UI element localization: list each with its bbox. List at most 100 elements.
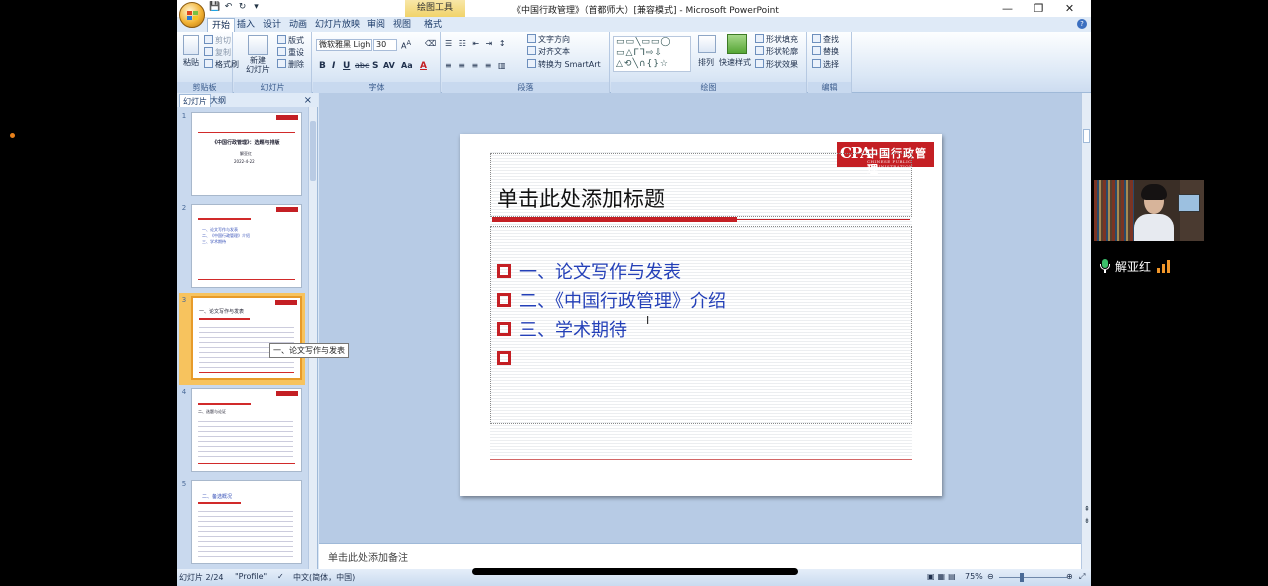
paste-icon[interactable] [183, 35, 199, 55]
footer-line [490, 459, 912, 460]
minimize-button[interactable]: — [992, 0, 1023, 17]
italic-button[interactable]: I [332, 61, 335, 71]
font-size-field[interactable]: 30 [373, 39, 397, 51]
slide-thumbnail-3[interactable]: 3 一、论文写作与发表 [179, 293, 305, 385]
close-panel-icon[interactable]: × [301, 94, 315, 107]
copy-button[interactable]: 复制 [204, 47, 231, 58]
bold-button[interactable]: B [319, 61, 326, 71]
next-slide-icon[interactable]: ⇟ [1083, 517, 1091, 525]
clear-format-icon[interactable]: ⌫ [425, 39, 436, 48]
slide-scrollbar[interactable]: ⇞ ⇟ [1081, 93, 1091, 569]
arrange-button[interactable]: 排列 [698, 57, 714, 68]
layout-button[interactable]: 版式 [277, 35, 304, 46]
panel-scrollbar[interactable] [308, 107, 317, 569]
bullet-square-icon [497, 293, 511, 307]
shadow-button[interactable]: S [372, 61, 378, 71]
zoom-slider[interactable] [999, 577, 1067, 578]
help-icon[interactable]: ? [1077, 19, 1087, 29]
slide-thumbnail-1[interactable]: 1 《中国行政管理》：选题与排版 解亚红 2022-4-22 [179, 109, 305, 201]
shapes-gallery[interactable]: ▭▭╲▭▭◯ ▭△ᒥᒣ⇨⇩ △⟲╲∩{}☆ [613, 36, 691, 72]
close-button[interactable]: ✕ [1054, 0, 1085, 17]
slide-thumbnail-4[interactable]: 4 二、选题与论证 [179, 385, 305, 477]
zoom-out-icon[interactable]: ⊖ [987, 572, 994, 581]
slide-thumbnail-2[interactable]: 2 一、论文写作与发表 二、《中国行政管理》介绍 三、学术期待 [179, 201, 305, 293]
font-color-button[interactable]: A [420, 61, 427, 71]
title-underline-thin [737, 219, 910, 220]
fit-window-icon[interactable]: ⤢ [1079, 572, 1085, 582]
participant-label: 解亚红 [1100, 257, 1171, 275]
prev-slide-icon[interactable]: ⇞ [1083, 505, 1091, 513]
tab-insert[interactable]: 插入 [233, 18, 259, 32]
bullet-square-icon [497, 322, 511, 336]
redo-icon[interactable]: ↻ [237, 2, 248, 13]
align-icons[interactable]: ≡ ≡ ≡ ≡ ▥ [445, 61, 508, 70]
shape-effects-button[interactable]: 形状效果 [755, 59, 798, 70]
recording-dot [10, 133, 15, 138]
zoom-level[interactable]: 75% [965, 572, 983, 581]
arrange-icon[interactable] [698, 35, 716, 53]
tab-animations[interactable]: 动画 [285, 18, 311, 32]
slides-group: 新建 幻灯片 版式 重设 删除 幻灯片 [234, 32, 312, 93]
font-name-field[interactable]: 微软雅黑 Ligh [316, 39, 372, 51]
spell-check-icon[interactable]: ✓ [277, 572, 284, 581]
tab-review[interactable]: 审阅 [363, 18, 389, 32]
zoom-in-icon[interactable]: ⊕ [1066, 572, 1073, 581]
slide-title[interactable]: 单击此处添加标题 [497, 183, 665, 213]
tab-home[interactable]: 开始 [207, 18, 236, 32]
participant-video[interactable] [1094, 180, 1204, 241]
tab-view[interactable]: 视图 [389, 18, 415, 32]
drawing-group: ▭▭╲▭▭◯ ▭△ᒥᒣ⇨⇩ △⟲╲∩{}☆ 排列 快速样式 形状填充 形状轮廓 形状… [611, 32, 807, 93]
tab-design[interactable]: 设计 [259, 18, 285, 32]
slide-thumbnail-5[interactable]: 5 二、备选概况 [179, 477, 305, 569]
quick-styles-button[interactable]: 快速样式 [719, 57, 751, 68]
paste-button[interactable]: 粘贴 [183, 57, 199, 68]
select-button[interactable]: 选择 [812, 59, 839, 70]
mic-icon [1100, 259, 1110, 273]
bullet-square-icon [497, 264, 511, 278]
align-text-button[interactable]: 对齐文本 [527, 46, 570, 57]
replace-button[interactable]: 替换 [812, 46, 839, 57]
title-underline-bar [492, 217, 737, 222]
office-button[interactable] [179, 2, 205, 28]
char-spacing-button[interactable]: AV [383, 61, 395, 70]
delete-slide-button[interactable]: 删除 [277, 59, 304, 70]
new-slide-icon[interactable] [248, 35, 268, 55]
cut-button[interactable]: 剪切 [204, 35, 231, 46]
strikethrough-button[interactable]: abc [355, 61, 369, 70]
title-bar: 💾 ↶ ↻ ▾ 绘图工具 《中国行政管理》（首都师大）[兼容模式] - Micr… [177, 0, 1091, 28]
screen-share-handle[interactable] [472, 568, 798, 575]
convert-smartart-button[interactable]: 转换为 SmartArt [527, 59, 601, 70]
quick-styles-icon[interactable] [727, 34, 747, 54]
current-slide[interactable]: CPA 中国行政管理 CHINESE PUBLIC ADMINISTRATION… [460, 134, 942, 496]
quick-access-toolbar: 💾 ↶ ↻ ▾ [209, 2, 262, 13]
grow-font-icon[interactable]: AA [401, 39, 411, 51]
underline-button[interactable]: U [343, 61, 350, 71]
new-slide-button[interactable]: 新建 幻灯片 [246, 56, 270, 74]
view-buttons[interactable]: ▣▦▤ [927, 572, 959, 581]
bullet-item-1[interactable]: 一、论文写作与发表 [497, 260, 681, 283]
shape-outline-button[interactable]: 形状轮廓 [755, 46, 798, 57]
notes-pane[interactable]: 单击此处添加备注 [319, 543, 1081, 569]
save-icon[interactable]: 💾 [209, 2, 220, 13]
change-case-button[interactable]: Aa [401, 61, 413, 70]
bullet-item-4[interactable] [497, 347, 519, 369]
reset-button[interactable]: 重设 [277, 47, 304, 58]
zoom-slider-knob[interactable] [1020, 573, 1024, 582]
bullets-icon[interactable]: ☰ ☷ ⇤ ⇥ ↕ [445, 39, 508, 48]
tab-slideshow[interactable]: 幻灯片放映 [311, 18, 364, 32]
restore-button[interactable]: ❐ [1023, 0, 1054, 17]
bullet-item-2[interactable]: 二、《中国行政管理》介绍 [497, 289, 726, 312]
theme-name: "Profile" [235, 572, 268, 581]
customize-qat-icon[interactable]: ▾ [251, 2, 262, 13]
text-direction-button[interactable]: 文字方向 [527, 34, 570, 45]
language: 中文(简体，中国) [293, 573, 356, 582]
bullet-item-3[interactable]: 三、学术期待 [497, 318, 627, 341]
clipboard-group: 粘贴 剪切 复制 格式刷 剪贴板 [177, 32, 239, 93]
font-group: 微软雅黑 Ligh 30 AA ⌫ B I U abc S AV Aa A 字体 [313, 32, 441, 93]
tab-format[interactable]: 格式 [420, 18, 446, 32]
window-title: 《中国行政管理》（首都师大）[兼容模式] - Microsoft PowerPo… [512, 6, 779, 16]
tab-outline[interactable]: 大纲 [207, 94, 229, 107]
shape-fill-button[interactable]: 形状填充 [755, 34, 798, 45]
find-button[interactable]: 查找 [812, 34, 839, 45]
undo-icon[interactable]: ↶ [223, 2, 234, 13]
